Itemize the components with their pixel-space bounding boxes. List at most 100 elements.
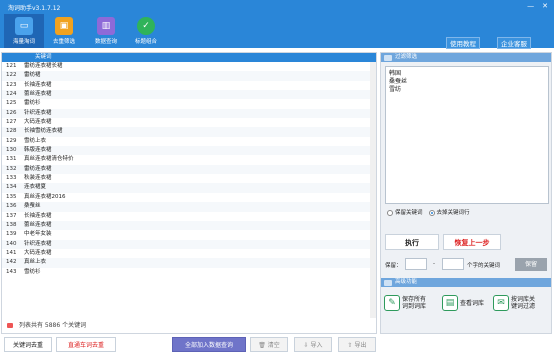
tool-label: 海量淘词 [12, 39, 35, 45]
table-row[interactable]: 142 真丝上衣 [2, 258, 376, 268]
vertical-scrollbar[interactable] [370, 62, 376, 318]
tool-massive-keywords[interactable]: ▭ 海量淘词 [4, 14, 44, 48]
save-line-1: 保存所有 [402, 296, 427, 303]
row-number: 135 [6, 193, 17, 200]
table-row[interactable]: 124 蕾丝连衣裙 [2, 90, 376, 100]
tool-label: 去重筛选 [52, 39, 75, 45]
row-number: 143 [6, 268, 17, 275]
table-row[interactable]: 136 桑蚕丝 [2, 202, 376, 212]
radio-circle-selected [428, 209, 435, 216]
table-row[interactable]: 143 雪纺衫 [2, 268, 376, 277]
keep-button[interactable]: 保留 [515, 258, 547, 271]
row-number: 141 [6, 249, 17, 256]
filter-mode-radios: 保留关键词 去掉关键词行 [387, 208, 470, 216]
keep-length-row: 保留： - 个字的关键词 保留 [381, 258, 551, 272]
table-row[interactable]: 140 针织连衣裙 [2, 239, 376, 249]
range-dash: - [433, 261, 435, 267]
table-row[interactable]: 127 大码连衣裙 [2, 118, 376, 127]
table-row[interactable]: 128 长袖雪纺连衣裙 [2, 127, 376, 137]
row-keyword: 雪纺上衣 [24, 137, 47, 144]
row-keyword: 大码连衣裙 [24, 249, 52, 256]
row-keyword: 中老年女装 [24, 231, 52, 238]
row-number: 127 [6, 119, 17, 126]
table-row[interactable]: 132 雷纺连衣裙 [2, 164, 376, 175]
table-row[interactable]: 121 雷纺连衣裙长裙 [2, 62, 376, 71]
add-all-to-query-button[interactable]: 全部加入数据查询 [172, 337, 246, 352]
row-number: 138 [6, 221, 17, 228]
row-keyword: 蕾丝连衣裙 [24, 91, 52, 98]
table-row[interactable]: 129 雪纺上衣 [2, 137, 376, 146]
filter-icon [384, 54, 392, 61]
min-length-input[interactable] [405, 258, 427, 270]
table-row[interactable]: 137 长袖连衣裙 [2, 212, 376, 221]
table-row[interactable]: 134 连衣裙夏 [2, 183, 376, 193]
table-row[interactable]: 133 秋装连衣裙 [2, 174, 376, 183]
row-number: 129 [6, 137, 17, 144]
restore-previous-button[interactable]: 恢复上一步 [443, 234, 501, 250]
table-row[interactable]: 122 雷纺裙 [2, 71, 376, 81]
list-status: 列表共有 5886 个关键词 [2, 319, 376, 333]
save-to-library-label: 保存所有 词到词库 [402, 296, 426, 310]
row-number: 132 [6, 165, 17, 172]
table-row[interactable]: 135 真丝连衣裙2016 [2, 193, 376, 202]
export-label: 导出 [354, 342, 367, 349]
trash-icon: 🗑 [258, 342, 268, 349]
row-keyword: 雷纺裙 [24, 72, 41, 79]
table-row[interactable]: 130 韩版连衣裙 [2, 146, 376, 156]
keep-suffix-label: 个字的关键词 [467, 263, 501, 269]
tool-dedupe-filter[interactable]: ▣ 去重筛选 [44, 14, 84, 48]
tool-label: 数据查询 [94, 39, 117, 45]
table-row[interactable]: 126 针织连衣裙 [2, 108, 376, 119]
row-number: 124 [6, 91, 17, 98]
filter-by-library-button[interactable]: ✉ 按词库关 键词过滤 [493, 295, 535, 311]
customer-service-button[interactable]: 企业客服 [497, 37, 531, 49]
filter-word: 雪纺 [389, 86, 402, 93]
table-row[interactable]: 123 长袖连衣裙 [2, 81, 376, 90]
filter-words-textarea[interactable]: 韩国 桑蚕丝 雪纺 [385, 66, 549, 204]
filter-word: 桑蚕丝 [389, 78, 408, 85]
filter-lib-line-1: 按词库关 [511, 296, 536, 303]
row-keyword: 连衣裙夏 [24, 184, 47, 191]
row-keyword: 长袖连衣裙 [24, 212, 52, 219]
tool-title-combine[interactable]: ✓ 标题组合 [126, 14, 166, 48]
save-to-library-button[interactable]: ✎ 保存所有 词到词库 [384, 295, 426, 311]
row-keyword: 大码连衣裙 [24, 119, 52, 126]
save-line-2: 词到词库 [402, 303, 427, 310]
table-row[interactable]: 125 雷纺衫 [2, 99, 376, 108]
table-row[interactable]: 139 中老年女装 [2, 230, 376, 239]
radio-keep-keywords[interactable]: 保留关键词 [387, 208, 423, 216]
box-icon: ▣ [55, 17, 73, 35]
row-keyword: 蕾丝连衣裙 [24, 221, 52, 228]
tool-data-query[interactable]: ▥ 数据查询 [86, 14, 126, 48]
row-number: 125 [6, 100, 17, 107]
row-number: 139 [6, 231, 17, 238]
max-length-input[interactable] [442, 258, 464, 270]
table-row[interactable]: 141 大码连衣裙 [2, 249, 376, 258]
list-header: 关键词 [2, 53, 376, 62]
import-button[interactable]: ⇩ 导入 [294, 337, 332, 352]
row-number: 131 [6, 156, 17, 163]
table-row[interactable]: 138 蕾丝连衣裙 [2, 220, 376, 231]
row-keyword: 韩版连衣裙 [24, 147, 52, 154]
filter-panel: 过滤筛选 韩国 桑蚕丝 雪纺 保留关键词 去掉关键词行 执行 恢复上一步 保留：… [380, 52, 552, 334]
close-button[interactable]: ✕ [542, 2, 548, 10]
export-button[interactable]: ⇧ 导出 [338, 337, 376, 352]
row-number: 126 [6, 109, 17, 116]
minimize-button[interactable]: — [527, 2, 534, 10]
keyword-rows[interactable]: 121 雷纺连衣裙长裙 122 雷纺裙 123 长袖连衣裙 124 蕾丝连衣裙 125 雷… [2, 62, 376, 318]
clear-button[interactable]: 🗑 清空 [250, 337, 288, 352]
keep-label: 保留： [385, 263, 402, 269]
status-icon [7, 323, 13, 328]
pen-icon: ✎ [384, 295, 400, 311]
keyword-dedupe-button[interactable]: 关键词去重 [4, 337, 52, 352]
row-keyword: 长袖连衣裙 [24, 81, 52, 88]
radio-remove-keyword-rows[interactable]: 去掉关键词行 [428, 208, 470, 216]
row-keyword: 真丝上衣 [24, 259, 47, 266]
row-number: 121 [6, 63, 17, 69]
table-row[interactable]: 131 真丝连衣裙清仓特价 [2, 155, 376, 164]
through-train-dedupe-button[interactable]: 直通车词去重 [56, 337, 116, 352]
view-library-button[interactable]: ▤ 查看词库 [442, 295, 484, 311]
radio-remove-label: 去掉关键词行 [436, 210, 470, 216]
tutorial-button[interactable]: 使用教程 [446, 37, 480, 49]
execute-button[interactable]: 执行 [385, 234, 439, 250]
